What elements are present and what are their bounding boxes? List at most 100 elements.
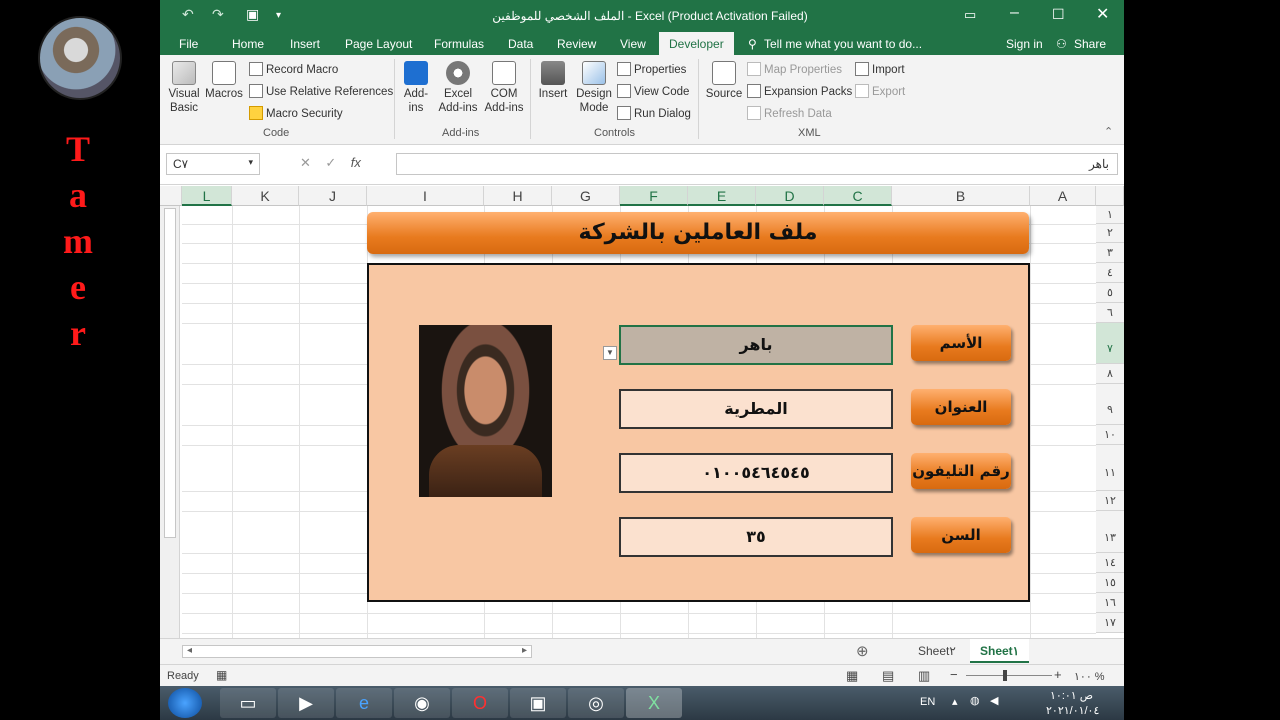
network-icon[interactable]: ◍ — [970, 694, 980, 707]
tab-developer[interactable]: Developer — [659, 32, 734, 55]
zoom-slider[interactable] — [966, 675, 1052, 676]
clock-time[interactable]: ص ١٠:٠١ — [1050, 689, 1093, 702]
row-header[interactable]: ٨ — [1096, 364, 1124, 384]
row-header[interactable]: ١ — [1096, 206, 1124, 224]
row-header[interactable]: ٦ — [1096, 303, 1124, 323]
chrome-icon[interactable]: ◉ — [394, 688, 450, 718]
scroll-thumb[interactable] — [164, 208, 176, 538]
use-relative-references-button[interactable]: Use Relative References — [249, 84, 393, 98]
vertical-scrollbar[interactable] — [160, 186, 180, 638]
properties-button[interactable]: Properties — [617, 62, 686, 76]
age-field[interactable]: ٣٥ — [619, 517, 893, 557]
worksheet-grid[interactable]: L K J I H G F E D C B A ١ ٢ ٣ ٤ ٥ ٦ ٧ ٨ … — [160, 186, 1124, 638]
enter-icon[interactable]: ✓ — [325, 155, 336, 170]
maximize-button[interactable]: ☐ — [1052, 6, 1065, 23]
sign-in-link[interactable]: Sign in — [1006, 37, 1043, 51]
row-header[interactable]: ٣ — [1096, 243, 1124, 263]
column-header[interactable]: H — [484, 186, 552, 206]
start-button[interactable] — [168, 688, 202, 718]
tell-me-box[interactable]: Tell me what you want to do... — [764, 37, 922, 51]
tab-data[interactable]: Data — [508, 37, 533, 51]
record-macro-button[interactable]: Record Macro — [249, 62, 338, 76]
column-header[interactable]: B — [892, 186, 1030, 206]
import-button[interactable]: Import — [855, 62, 905, 76]
internet-explorer-icon[interactable]: e — [336, 688, 392, 718]
column-header[interactable]: G — [552, 186, 620, 206]
row-header[interactable]: ٧ — [1096, 323, 1124, 364]
tab-insert[interactable]: Insert — [290, 37, 320, 51]
tab-home[interactable]: Home — [232, 37, 264, 51]
tab-file[interactable]: File — [179, 37, 198, 51]
horizontal-scrollbar[interactable]: ◂ ▸ — [182, 645, 532, 658]
customize-qat-icon[interactable]: ▾ — [276, 10, 281, 21]
tab-review[interactable]: Review — [557, 37, 596, 51]
column-header[interactable]: A — [1030, 186, 1096, 206]
address-label-button[interactable]: العنوان — [911, 389, 1011, 425]
export-button[interactable]: Export — [855, 84, 905, 98]
normal-view-icon[interactable]: ▦ — [846, 668, 858, 684]
row-header[interactable]: ١٠ — [1096, 425, 1124, 445]
column-header[interactable]: E — [688, 186, 756, 206]
sheet-tab-1[interactable]: Sheet١ — [970, 639, 1030, 663]
expansion-packs-button[interactable]: Expansion Packs — [747, 84, 852, 98]
file-explorer-icon[interactable]: ▭ — [220, 688, 276, 718]
tab-formulas[interactable]: Formulas — [434, 37, 484, 51]
name-label-button[interactable]: الأسم — [911, 325, 1011, 361]
age-label-button[interactable]: السن — [911, 517, 1011, 553]
row-header[interactable]: ١١ — [1096, 445, 1124, 491]
xml-source-button[interactable]: Source — [704, 61, 744, 101]
cancel-icon[interactable]: ✕ — [300, 155, 311, 170]
zoom-in-icon[interactable]: + — [1054, 667, 1062, 682]
minimize-button[interactable]: – — [1010, 4, 1019, 22]
page-break-view-icon[interactable]: ▥ — [918, 668, 930, 684]
column-header[interactable]: F — [620, 186, 688, 206]
insert-control-button[interactable]: Insert — [534, 61, 572, 101]
macro-security-button[interactable]: Macro Security — [249, 106, 343, 120]
excel-taskbar-icon[interactable]: X — [626, 688, 682, 718]
screen-recorder-icon[interactable]: ◎ — [568, 688, 624, 718]
scroll-right-icon[interactable]: ▸ — [522, 645, 527, 656]
phone-label-button[interactable]: رقم التليفون — [911, 453, 1011, 489]
row-header[interactable]: ١٧ — [1096, 613, 1124, 633]
formula-input[interactable]: باهر — [396, 153, 1118, 175]
row-header[interactable]: ٥ — [1096, 283, 1124, 303]
opera-icon[interactable]: O — [452, 688, 508, 718]
insert-function-icon[interactable]: fx — [351, 155, 361, 170]
row-header[interactable]: ١٥ — [1096, 573, 1124, 593]
view-code-button[interactable]: View Code — [617, 84, 689, 98]
visual-basic-button[interactable]: Visual Basic — [164, 61, 204, 115]
map-properties-button[interactable]: Map Properties — [747, 62, 842, 76]
column-header[interactable]: I — [367, 186, 484, 206]
chevron-down-icon[interactable]: ▾ — [248, 157, 253, 168]
refresh-data-button[interactable]: Refresh Data — [747, 106, 832, 120]
name-box[interactable]: C٧ ▾ — [166, 153, 260, 175]
new-sheet-icon[interactable]: ⊕ — [856, 642, 869, 660]
undo-icon[interactable]: ↶ — [182, 6, 194, 23]
row-header[interactable]: ٤ — [1096, 263, 1124, 283]
excel-add-ins-button[interactable]: Excel Add-ins — [436, 61, 480, 115]
language-indicator[interactable]: EN — [920, 696, 935, 708]
tab-view[interactable]: View — [620, 37, 646, 51]
column-header[interactable]: L — [182, 186, 232, 206]
redo-icon[interactable]: ↷ — [212, 6, 224, 23]
tray-arrow-icon[interactable]: ▴ — [952, 695, 958, 708]
zoom-slider-thumb[interactable] — [1003, 670, 1007, 681]
row-header[interactable]: ١٣ — [1096, 511, 1124, 553]
ribbon-display-icon[interactable]: ▭ — [964, 7, 976, 23]
run-dialog-button[interactable]: Run Dialog — [617, 106, 691, 120]
photo-viewer-icon[interactable]: ▣ — [510, 688, 566, 718]
row-header[interactable]: ١٦ — [1096, 593, 1124, 613]
dropdown-arrow-icon[interactable]: ▼ — [603, 346, 617, 360]
column-header[interactable]: D — [756, 186, 824, 206]
column-header[interactable]: K — [232, 186, 299, 206]
add-ins-button[interactable]: Add-ins — [398, 61, 434, 115]
scroll-left-icon[interactable]: ◂ — [187, 645, 192, 656]
share-button[interactable]: Share — [1074, 37, 1106, 51]
page-layout-view-icon[interactable]: ▤ — [882, 668, 894, 684]
name-field[interactable]: باهر — [619, 325, 893, 365]
close-button[interactable]: ✕ — [1096, 4, 1109, 24]
volume-icon[interactable]: ◀ — [990, 694, 998, 707]
corner-select-all[interactable] — [160, 186, 182, 206]
design-mode-button[interactable]: Design Mode — [574, 61, 614, 115]
media-player-icon[interactable]: ▶ — [278, 688, 334, 718]
